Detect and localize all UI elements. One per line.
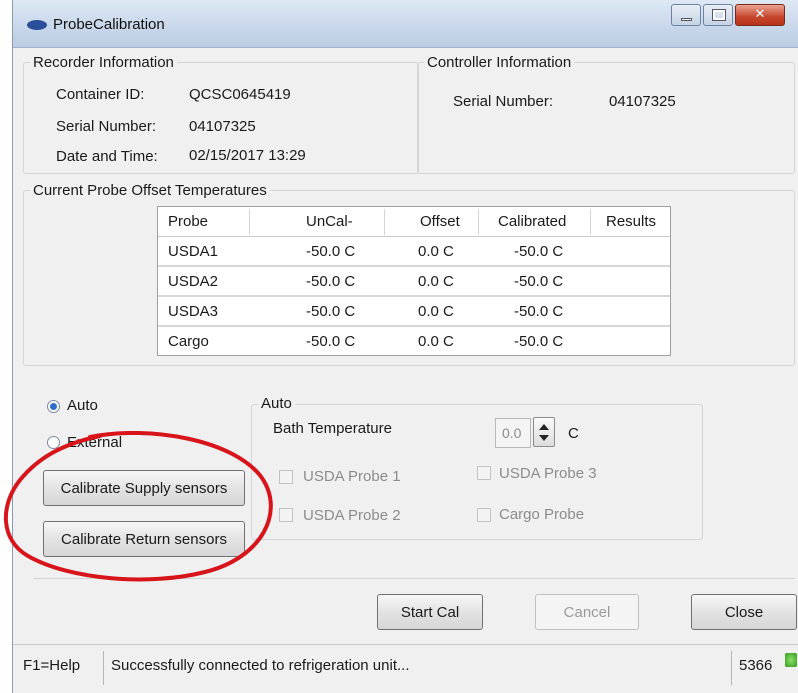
controller-information-legend: Controller Information [424,54,575,71]
controller-serial-value: 04107325 [609,93,676,110]
app-icon [27,20,47,30]
calibrate-supply-sensors-button[interactable]: Calibrate Supply sensors [43,470,245,506]
window-title: ProbeCalibration [53,16,165,33]
offset-cell: 0.0 C [418,273,454,290]
table-row[interactable]: USDA3 -50.0 C 0.0 C -50.0 C [158,297,670,327]
date-time-value: 02/15/2017 13:29 [189,147,306,164]
spin-up-icon[interactable] [539,424,549,430]
uncal-cell: -50.0 C [306,303,356,320]
table-row[interactable]: Cargo -50.0 C 0.0 C -50.0 C [158,327,670,357]
minimize-icon [681,18,692,21]
uncal-cell: -50.0 C [306,243,356,260]
help-hint: F1=Help [23,657,81,674]
bath-temperature-value: 0.0 [502,425,522,441]
status-code: 5366 [739,657,773,674]
probe-calibration-window: ProbeCalibration ✕ Recorder Information … [12,0,798,693]
calibrated-cell: -50.0 C [514,303,564,320]
table-row[interactable]: USDA2 -50.0 C 0.0 C -50.0 C [158,267,670,297]
calibrated-cell: -50.0 C [514,273,564,290]
spin-down-icon[interactable] [539,435,549,441]
title-bar: ProbeCalibration ✕ [13,0,798,48]
connection-status-icon [785,653,797,667]
recorder-information-legend: Recorder Information [30,54,177,71]
usda-probe-1-label: USDA Probe 1 [303,468,401,485]
cargo-probe-checkbox[interactable] [477,508,491,522]
usda-probe-3-label: USDA Probe 3 [499,465,597,482]
calibrated-cell: -50.0 C [514,243,564,260]
table-header: Probe UnCal- Offset Calibrated Results [158,207,670,237]
probe-cell: USDA2 [168,273,219,290]
bath-temperature-input[interactable]: 0.0 [495,418,531,448]
usda-probe-2-label: USDA Probe 2 [303,507,401,524]
probe-cell: USDA1 [168,243,219,260]
bath-temperature-unit: C [568,425,579,442]
uncal-cell: -50.0 C [306,333,356,350]
cargo-probe-label: Cargo Probe [499,506,585,523]
uncal-cell: -50.0 C [306,273,356,290]
container-id-label: Container ID: [56,86,145,103]
column-header-offset: Offset [420,213,460,230]
maximize-button[interactable] [703,4,733,26]
controller-information-group [417,62,795,174]
date-time-label: Date and Time: [56,148,158,165]
maximize-icon [712,9,726,21]
probe-offset-table: Probe UnCal- Offset Calibrated Results U… [157,206,671,356]
probe-cell: Cargo [168,333,209,350]
external-radio[interactable] [47,436,60,449]
calibrated-cell: -50.0 C [514,333,564,350]
auto-radio[interactable] [47,400,60,413]
column-header-results: Results [606,213,657,230]
usda-probe-2-checkbox[interactable] [279,508,293,522]
usda-probe-3-checkbox[interactable] [477,466,491,480]
calibrate-return-sensors-button[interactable]: Calibrate Return sensors [43,521,245,557]
external-radio-label[interactable]: External [67,434,122,451]
offset-cell: 0.0 C [418,303,454,320]
column-header-calibrated: Calibrated [498,213,567,230]
probe-cell: USDA3 [168,303,219,320]
column-header-probe: Probe [168,213,209,230]
auto-radio-label[interactable]: Auto [67,397,98,414]
column-header-uncal: UnCal- [306,213,353,230]
container-id-value: QCSC0645419 [189,86,291,103]
probe-offsets-legend: Current Probe Offset Temperatures [30,182,270,199]
offset-cell: 0.0 C [418,243,454,260]
minimize-button[interactable] [671,4,701,26]
start-cal-button[interactable]: Start Cal [377,594,483,630]
bath-temperature-label: Bath Temperature [273,420,392,437]
cancel-button[interactable]: Cancel [535,594,639,630]
usda-probe-1-checkbox[interactable] [279,470,293,484]
recorder-serial-label: Serial Number: [56,118,157,135]
auto-group-legend: Auto [258,395,295,412]
controller-serial-label: Serial Number: [453,93,554,110]
offset-cell: 0.0 C [418,333,454,350]
close-window-button[interactable]: ✕ [735,4,785,26]
close-icon: ✕ [754,6,766,21]
bath-temperature-spinner[interactable] [533,417,555,447]
section-divider [33,578,795,579]
status-message: Successfully connected to refrigeration … [111,657,410,674]
status-bar: F1=Help Successfully connected to refrig… [13,644,798,693]
close-button[interactable]: Close [691,594,797,630]
recorder-serial-value: 04107325 [189,118,256,135]
table-row[interactable]: USDA1 -50.0 C 0.0 C -50.0 C [158,237,670,267]
